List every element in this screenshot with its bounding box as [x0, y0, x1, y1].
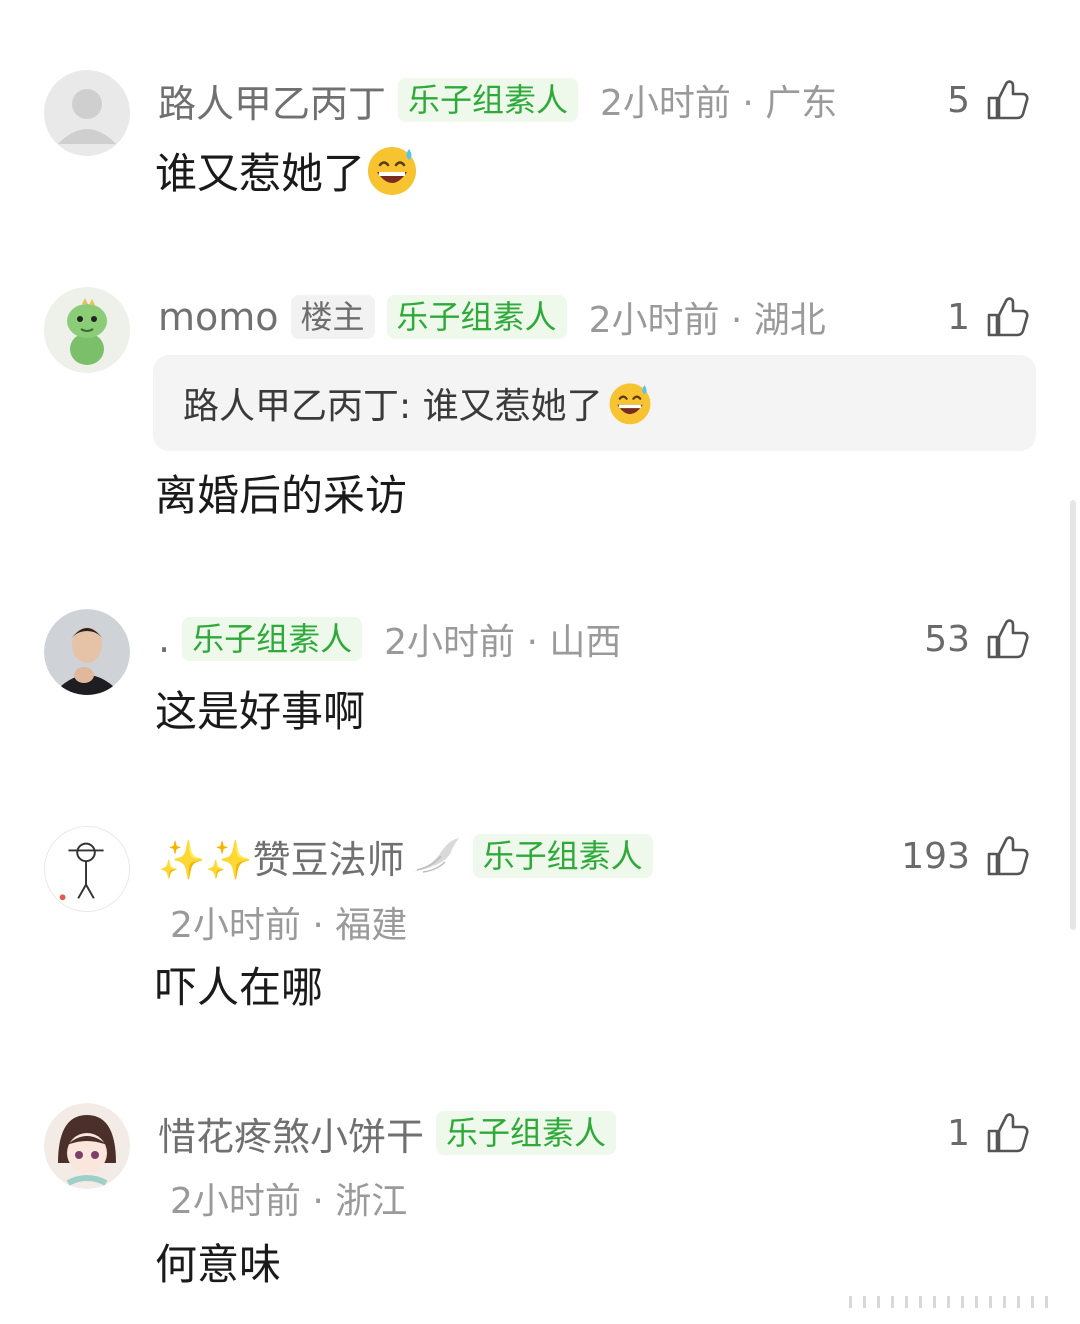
comment-text: 离婚后的采访 [155, 470, 408, 520]
group-badge: 乐子组素人 [398, 78, 579, 122]
comment-text: 吓人在哪 [155, 962, 324, 1012]
like-button[interactable]: 1 [947, 1103, 1032, 1163]
comment-meta: 2小时前 · 山西 [384, 622, 622, 663]
avatar[interactable] [44, 70, 130, 156]
group-badge: 乐子组素人 [472, 834, 653, 878]
like-count: 1 [947, 1112, 970, 1154]
like-count: 1 [947, 296, 970, 338]
owner-badge: 楼主 [290, 295, 375, 339]
watermark-bars [849, 1296, 1048, 1308]
thumbs-up-icon [987, 297, 1029, 337]
grinning-sweat-emoji [609, 383, 651, 425]
like-count: 5 [947, 79, 970, 121]
comment-meta: 2小时前 · 福建 [170, 905, 408, 946]
comment-meta: 2小时前 · 浙江 [170, 1181, 408, 1222]
like-button[interactable]: 193 [901, 826, 1032, 886]
like-button[interactable]: 5 [947, 70, 1032, 130]
comment-text: 这是好事啊 [155, 686, 366, 736]
username[interactable]: 路人甲乙丙丁 [158, 73, 386, 128]
username[interactable]: . [158, 617, 170, 661]
avatar[interactable] [44, 1103, 130, 1189]
scrollbar[interactable] [1070, 500, 1076, 930]
like-button[interactable]: 1 [947, 287, 1032, 347]
comment-meta: 2小时前 · 湖北 [588, 300, 826, 341]
group-badge: 乐子组素人 [386, 295, 567, 339]
comment-text: 谁又惹她了 [155, 148, 366, 198]
thumbs-up-icon [987, 836, 1029, 876]
thumbs-up-icon [987, 619, 1029, 659]
quoted-comment[interactable]: 路人甲乙丙丁: 谁又惹她了 [153, 355, 1036, 451]
like-button[interactable]: 53 [924, 609, 1032, 669]
group-badge: 乐子组素人 [436, 1111, 617, 1155]
angel-wing-icon [410, 838, 459, 873]
comment-meta: 2小时前 · 广东 [600, 83, 838, 124]
username[interactable]: momo [158, 295, 279, 339]
thumbs-up-icon [987, 80, 1029, 120]
like-count: 53 [924, 618, 970, 660]
avatar[interactable] [44, 287, 130, 373]
avatar[interactable] [44, 826, 130, 912]
username[interactable]: ✨✨赞豆法师 [158, 829, 405, 884]
like-count: 193 [901, 835, 970, 877]
quote-text: 路人甲乙丙丁: 谁又惹她了 [183, 386, 603, 427]
avatar[interactable] [44, 609, 130, 695]
grinning-sweat-emoji [368, 147, 417, 195]
thumbs-up-icon [987, 1113, 1029, 1153]
username[interactable]: 惜花疼煞小饼干 [158, 1106, 424, 1161]
comment-text: 何意味 [155, 1239, 282, 1289]
group-badge: 乐子组素人 [182, 617, 363, 661]
